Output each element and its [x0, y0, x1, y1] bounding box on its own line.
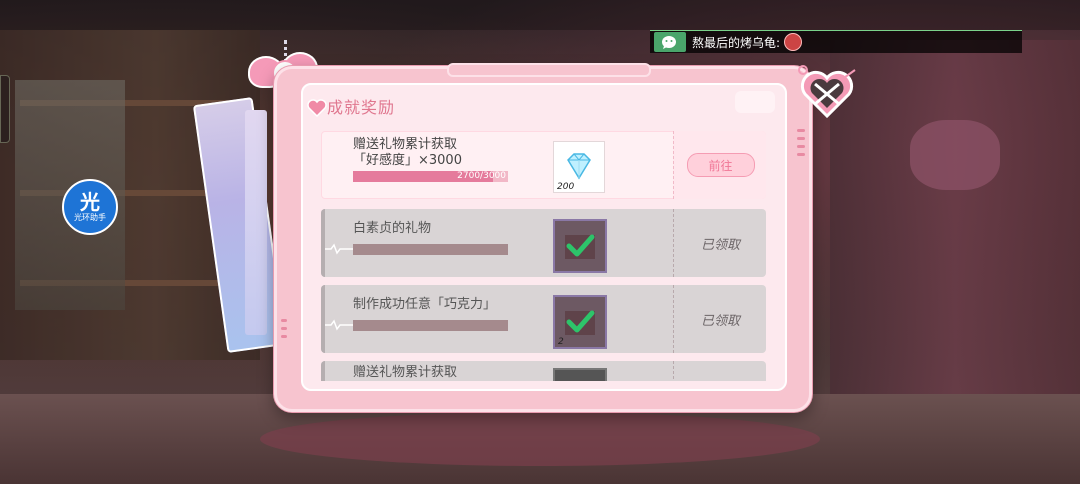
side-handle[interactable] [0, 75, 10, 143]
achievement-name-line1: 赠送礼物累计获取 [353, 137, 458, 152]
progress-bar: 2700/3000 [353, 171, 508, 182]
achievement-name: 赠送礼物累计获取 「好感度」×3000 [353, 137, 462, 169]
avatar [784, 33, 803, 51]
claimed-label: 已领取 [700, 313, 740, 329]
reward-slot[interactable]: 200 [553, 141, 605, 193]
side-ticks-left [281, 319, 289, 379]
progress-fill [353, 244, 508, 255]
reward-slot [553, 368, 607, 381]
claimed-label: 已领取 [700, 237, 740, 253]
achievement-modal: 成就奖励 赠送礼物累计获取 「好感度」×3000 2700/3000 200 前… [274, 63, 812, 412]
progress-fill [353, 320, 508, 331]
action-cell: 已领取 [673, 209, 766, 277]
achievement-name-line2: 「好感度」×3000 [353, 153, 462, 168]
check-icon [565, 234, 595, 259]
assistant-label: 光环助手 [74, 213, 106, 222]
heart-icon [307, 99, 327, 117]
heart-arrow-icon [798, 65, 856, 119]
achievement-row[interactable]: 制作成功任意「巧克力」 2 已领取 [321, 285, 766, 353]
achievement-row[interactable]: 白素贞的礼物 已领取 [321, 209, 766, 277]
reward-slot [553, 219, 607, 273]
side-ticks-right [797, 129, 805, 289]
achievement-name: 赠送礼物累计获取 [353, 365, 458, 380]
row-accent [321, 361, 325, 381]
top-hud-bar [0, 0, 1080, 30]
reward-quantity: 200 [557, 182, 575, 192]
check-icon [565, 310, 595, 335]
squiggle-decor [325, 243, 353, 255]
squiggle-decor [325, 319, 353, 331]
action-cell [673, 361, 766, 381]
action-cell: 前往 [673, 131, 766, 199]
achievement-row[interactable]: 赠送礼物累计获取 「好感度」×3000 2700/3000 200 前往 [321, 131, 766, 199]
progress-bar [353, 244, 508, 255]
action-cell: 已领取 [673, 285, 766, 353]
cake-decor [910, 120, 1000, 190]
assistant-float-button[interactable]: 光 光环助手 [62, 179, 118, 235]
room-decor [830, 40, 1080, 400]
assistant-glyph: 光 [80, 190, 100, 214]
heart-charm-decor [795, 62, 859, 122]
go-button[interactable]: 前往 [686, 153, 755, 177]
achievement-list[interactable]: 赠送礼物累计获取 「好感度」×3000 2700/3000 200 前往 白素贞… [307, 131, 767, 381]
achievement-name: 白素贞的礼物 [353, 221, 432, 236]
reward-slot: 2 [553, 295, 607, 349]
wechat-icon [654, 32, 686, 52]
achievement-name: 制作成功任意「巧克力」 [353, 297, 497, 312]
ribbon-strap-inner-decor [245, 110, 267, 335]
chat-message: 熬最后的烤乌龟: [692, 35, 781, 50]
rug [260, 412, 820, 466]
progress-text: 2700/3000 [457, 171, 506, 181]
reward-quantity: 2 [558, 337, 564, 347]
achievement-row[interactable]: 赠送礼物累计获取 [321, 361, 766, 381]
progress-bar [353, 320, 508, 331]
chat-ticker[interactable]: 熬最后的烤乌龟: [650, 30, 1022, 53]
diamond-icon [567, 153, 591, 180]
modal-title: 成就奖励 [327, 98, 396, 117]
